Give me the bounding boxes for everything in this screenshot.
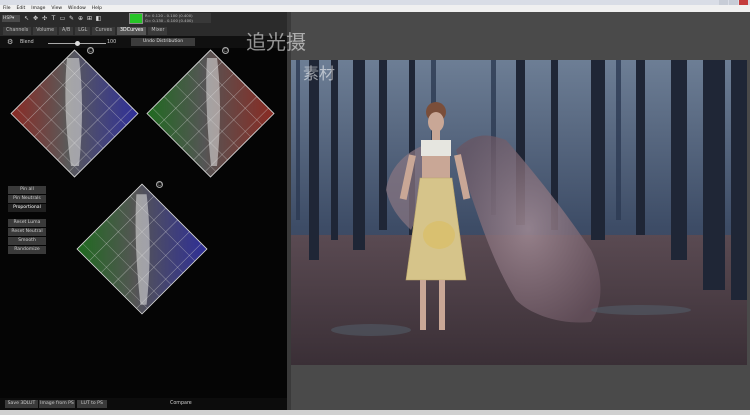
tab-curves[interactable]: Curves bbox=[92, 27, 115, 35]
menu-view[interactable]: View bbox=[51, 5, 62, 12]
watermark-line-1: 追光摄 bbox=[246, 30, 306, 54]
tab-channels[interactable]: Channels bbox=[3, 27, 32, 35]
lut-to-ps-button[interactable]: LUT to PS bbox=[77, 400, 107, 408]
tab-ab[interactable]: A/B bbox=[59, 27, 74, 35]
compare-label[interactable]: Compare bbox=[170, 401, 192, 406]
image-from-ps-button[interactable]: Image from PS bbox=[39, 400, 75, 408]
smooth-button[interactable]: Smooth bbox=[8, 237, 46, 245]
mode-select[interactable]: HSP▾ bbox=[2, 15, 20, 22]
tab-lgl[interactable]: LGL bbox=[75, 27, 91, 35]
watermark-line-2: 素材 bbox=[303, 64, 336, 83]
blend-slider-handle[interactable] bbox=[75, 41, 80, 46]
tool-icons: ↖ ✥ ✣ T ▭ ✎ ⊕ ⊞ ◧ bbox=[23, 15, 102, 22]
curve-3-pin-icon[interactable]: ▢ bbox=[156, 181, 163, 188]
zoom-tool-icon[interactable]: ⊕ bbox=[77, 15, 84, 22]
pin-all-button[interactable]: Pin all bbox=[8, 186, 46, 194]
grid-tool-icon[interactable]: ⊞ bbox=[86, 15, 93, 22]
readout-line-2: G= 0.130 - 0.100 (0.400) bbox=[145, 18, 193, 23]
menu-window[interactable]: Window bbox=[68, 5, 86, 12]
marquee-tool-icon[interactable]: ▭ bbox=[59, 15, 66, 22]
menu-bar: File Edit Image View Window Help bbox=[0, 5, 750, 12]
pan-tool-icon[interactable]: ✣ bbox=[41, 15, 48, 22]
undo-distribution-button[interactable]: Undo Distribution bbox=[131, 38, 195, 46]
blend-value: 100 bbox=[107, 40, 117, 45]
curve-1-pin-icon[interactable]: ▢ bbox=[87, 47, 94, 54]
reset-neutral-button[interactable]: Reset Neutral bbox=[8, 228, 46, 236]
curve-action-buttons: Pin all Pin Neutrals Proportional Reset … bbox=[8, 186, 46, 255]
curve-grid-green-blue[interactable] bbox=[75, 182, 209, 316]
tab-mixer[interactable]: Mixer bbox=[148, 27, 168, 35]
save-3dlut-button[interactable]: Save 3DLUT bbox=[5, 400, 38, 408]
arrow-tool-icon[interactable]: ↖ bbox=[23, 15, 30, 22]
preview-photo bbox=[291, 60, 747, 365]
menu-help[interactable]: Help bbox=[92, 5, 102, 12]
menu-edit[interactable]: Edit bbox=[17, 5, 26, 12]
menu-file[interactable]: File bbox=[3, 5, 11, 12]
reset-luma-button[interactable]: Reset Luma bbox=[8, 219, 46, 227]
tab-volume[interactable]: Volume bbox=[33, 27, 58, 35]
curve-grid-red-blue[interactable] bbox=[9, 48, 140, 179]
color-swatch[interactable] bbox=[129, 13, 143, 24]
curve-2-pin-icon[interactable]: ▢ bbox=[222, 47, 229, 54]
menu-image[interactable]: Image bbox=[31, 5, 45, 12]
randomize-button[interactable]: Randomize bbox=[8, 246, 46, 254]
blend-label: Blend bbox=[20, 40, 34, 45]
color-readout: R= 0.120 - 0.100 (0.400) G= 0.130 - 0.10… bbox=[143, 13, 211, 23]
move-tool-icon[interactable]: ✥ bbox=[32, 15, 39, 22]
tab-3dcurves[interactable]: 3DCurves bbox=[116, 27, 147, 35]
curve-grid-green-red[interactable] bbox=[145, 48, 276, 179]
options-gear-icon[interactable]: ⚙ bbox=[7, 38, 15, 46]
text-tool-icon[interactable]: T bbox=[50, 15, 57, 22]
fill-tool-icon[interactable]: ◧ bbox=[95, 15, 102, 22]
proportional-button[interactable]: Proportional bbox=[8, 204, 46, 212]
eyedropper-tool-icon[interactable]: ✎ bbox=[68, 15, 75, 22]
pin-neutrals-button[interactable]: Pin Neutrals bbox=[8, 195, 46, 203]
status-bar bbox=[0, 410, 750, 415]
